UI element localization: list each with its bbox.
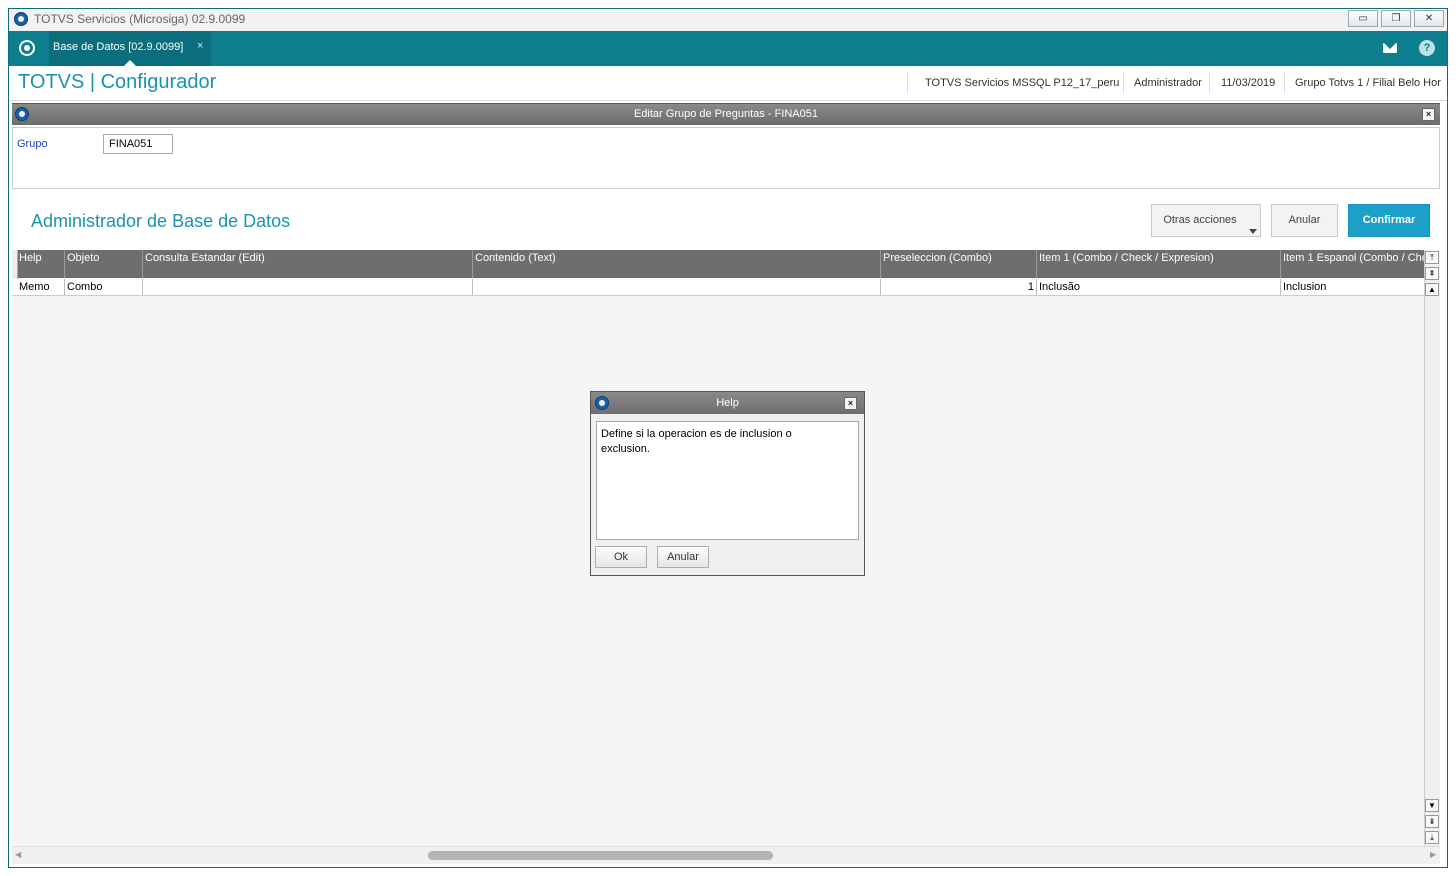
restore-button[interactable]: ❐: [1381, 10, 1411, 27]
environment-label: TOTVS Servicios MSSQL P12_17_peru: [925, 77, 1120, 89]
header-divider: [1209, 73, 1210, 93]
cell-objeto[interactable]: Combo: [65, 279, 143, 295]
date-label: 11/03/2019: [1221, 77, 1276, 89]
cell-item1-espanol[interactable]: Inclusion: [1281, 279, 1424, 295]
dialog-titlebar: Editar Grupo de Preguntas - FINA051 ×: [12, 103, 1440, 125]
user-label: Administrador: [1134, 77, 1202, 89]
otras-acciones-button[interactable]: Otras acciones: [1151, 204, 1261, 237]
column-header-preseleccion[interactable]: Preseleccion (Combo): [881, 250, 1037, 278]
totvs-logo-icon: [14, 12, 28, 26]
company-label: Grupo Totvs 1 / Filial Belo Hor: [1295, 77, 1441, 89]
help-textarea[interactable]: Define si la operacion es de inclusion o…: [596, 421, 859, 540]
totvs-menu-icon[interactable]: [19, 40, 35, 56]
help-icon[interactable]: ?: [1419, 40, 1435, 56]
otras-acciones-label: Otras acciones: [1163, 214, 1237, 226]
tab-base-de-datos[interactable]: Base de Datos [02.9.0099] ×: [49, 31, 211, 66]
scroll-right-icon[interactable]: ▶: [1430, 850, 1436, 859]
dialog-close-button[interactable]: ×: [1422, 108, 1435, 121]
tab-close-icon[interactable]: ×: [197, 40, 203, 52]
column-header-contenido[interactable]: Contenido (Text): [473, 250, 881, 278]
vertical-scrollbar[interactable]: [1424, 250, 1440, 846]
scroll-bottom-icon[interactable]: ⤓: [1425, 831, 1439, 844]
mail-icon[interactable]: [1383, 43, 1397, 53]
confirmar-button[interactable]: Confirmar: [1348, 204, 1430, 237]
anular-button[interactable]: Anular: [1271, 204, 1338, 237]
close-window-button[interactable]: ✕: [1414, 10, 1444, 27]
column-header-consulta[interactable]: Consulta Estandar (Edit): [143, 250, 473, 278]
scroll-top-icon[interactable]: ⤒: [1425, 251, 1439, 264]
grupo-field[interactable]: FINA051: [103, 134, 173, 154]
section-title: Administrador de Base de Datos: [31, 211, 291, 231]
column-header-objeto[interactable]: Objeto: [65, 250, 143, 278]
chevron-down-icon: [1249, 229, 1257, 234]
header-divider: [907, 73, 908, 93]
app-header: TOTVS | Configurador TOTVS Servicios MSS…: [9, 66, 1447, 101]
scroll-up-icon[interactable]: ▲: [1425, 283, 1439, 296]
column-header-help[interactable]: Help: [17, 250, 65, 278]
header-divider: [1284, 73, 1285, 93]
help-dialog-titlebar: Help ×: [591, 392, 864, 414]
tab-label: Base de Datos [02.9.0099]: [53, 41, 184, 53]
help-text-line: Define si la operacion es de inclusion o: [601, 428, 792, 440]
help-text-line: exclusion.: [601, 443, 650, 455]
cell-help[interactable]: Memo: [17, 279, 65, 295]
tab-bar: Base de Datos [02.9.0099] × ?: [9, 31, 1447, 66]
help-ok-button[interactable]: Ok: [595, 546, 647, 568]
column-header-item1[interactable]: Item 1 (Combo / Check / Expresion): [1037, 250, 1281, 278]
cell-contenido[interactable]: [473, 279, 881, 295]
column-header-item1-espanol[interactable]: Item 1 Espanol (Combo / Check: [1281, 250, 1424, 278]
scroll-page-up-icon[interactable]: ⇞: [1425, 267, 1439, 280]
scroll-left-icon[interactable]: ◀: [15, 850, 21, 859]
dialog-title: Editar Grupo de Preguntas - FINA051: [633, 108, 819, 120]
cell-consulta[interactable]: [143, 279, 473, 295]
window-titlebar: TOTVS Servicios (Microsiga) 02.9.0099 ▭ …: [9, 9, 1447, 32]
help-dialog-title: Help: [716, 397, 739, 409]
scroll-thumb[interactable]: [428, 851, 773, 860]
window-title: TOTVS Servicios (Microsiga) 02.9.0099: [34, 12, 246, 26]
scroll-down-icon[interactable]: ▼: [1425, 799, 1439, 812]
grupo-panel: [12, 127, 1440, 189]
help-close-button[interactable]: ×: [844, 397, 857, 410]
minimize-button[interactable]: ▭: [1348, 10, 1378, 27]
grupo-label: Grupo: [17, 138, 48, 150]
scroll-page-down-icon[interactable]: ⇟: [1425, 815, 1439, 828]
help-anular-button[interactable]: Anular: [657, 546, 709, 568]
cell-item1[interactable]: Inclusão: [1037, 279, 1281, 295]
header-divider: [1123, 73, 1124, 93]
cell-preseleccion[interactable]: 1: [881, 279, 1037, 295]
app-title: TOTVS | Configurador: [18, 71, 217, 93]
